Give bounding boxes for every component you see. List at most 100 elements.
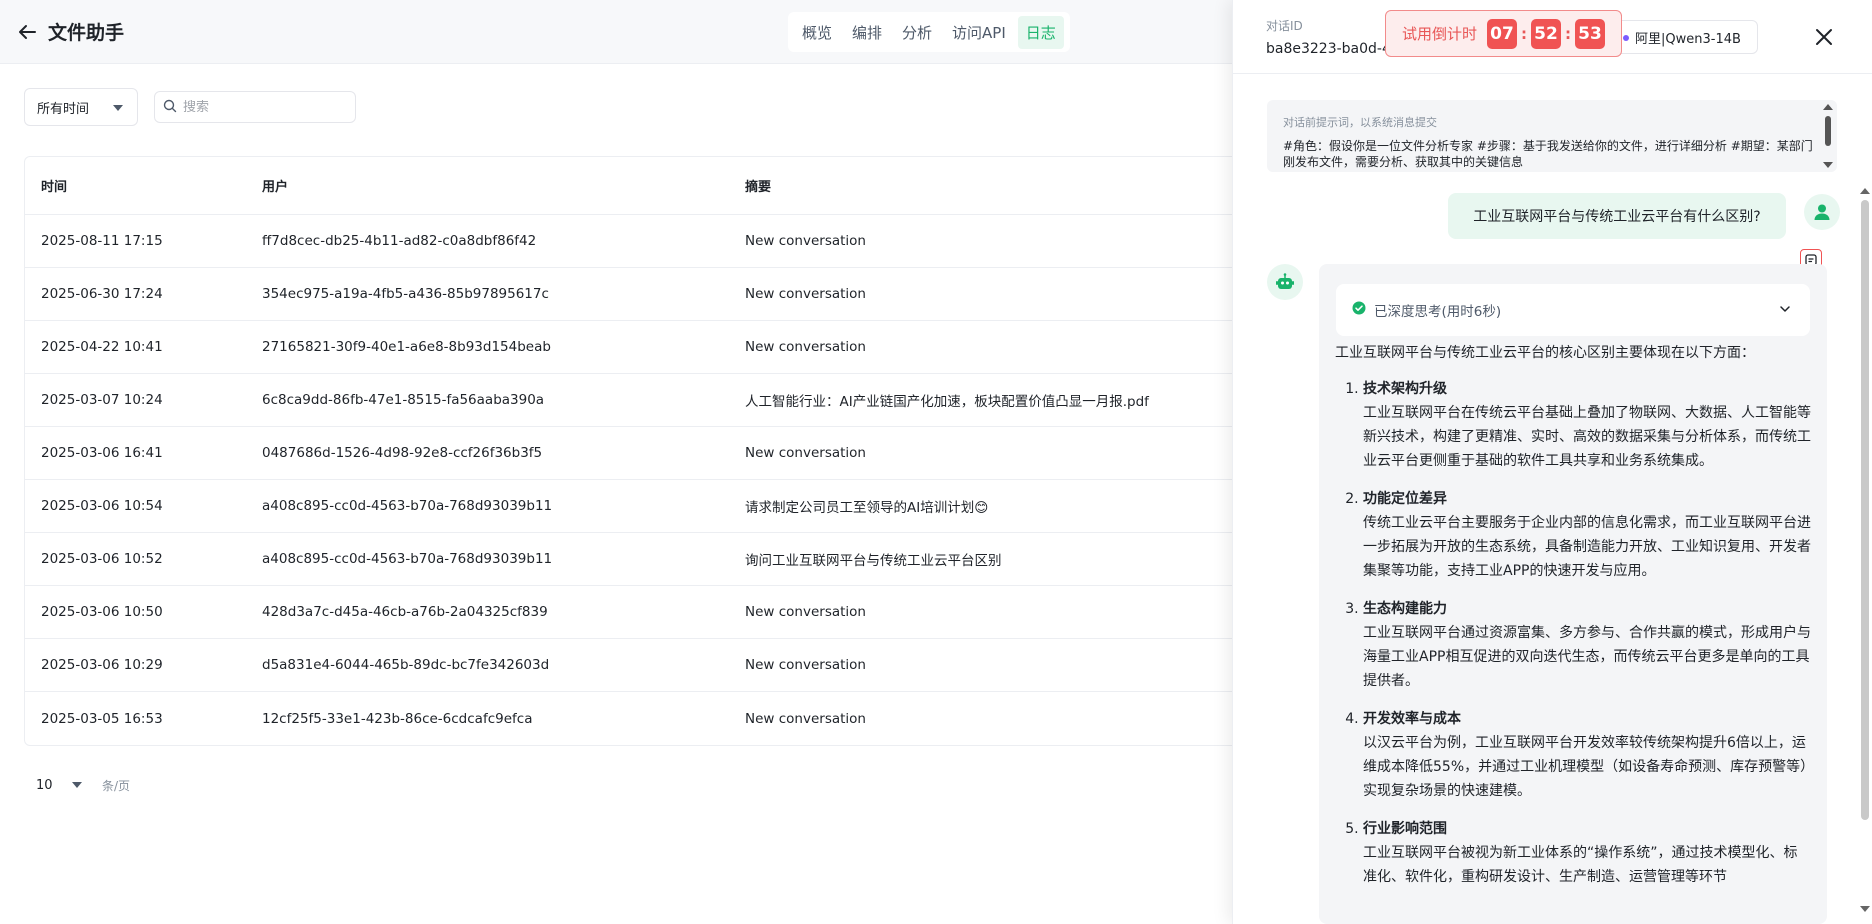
table-row[interactable]: 2025-03-06 10:50 428d3a7c-d45a-46cb-a76b…: [25, 586, 1323, 639]
cell-user: a408c895-cc0d-4563-b70a-768d93039b11: [262, 551, 553, 567]
model-icon: [1623, 35, 1629, 41]
caret-down-icon: [113, 105, 123, 111]
cell-user: ff7d8cec-db25-4b11-ad82-c0a8dbf86f42: [262, 233, 537, 249]
thinking-status: 已深度思考(用时6秒): [1374, 304, 1502, 320]
countdown-separator: :: [1521, 24, 1528, 43]
answer-item: 生态构建能力 工业互联网平台通过资源富集、多方参与、合作共赢的模式，形成用户与海…: [1363, 597, 1811, 693]
cell-time: 2025-03-06 10:29: [41, 657, 163, 673]
user-message: 工业互联网平台与传统工业云平台有什么区别?: [1448, 193, 1786, 239]
table-row[interactable]: 2025-08-11 17:15 ff7d8cec-db25-4b11-ad82…: [25, 215, 1323, 268]
cell-time: 2025-04-22 10:41: [41, 339, 163, 355]
system-prompt-box: 对话前提示词，以系统消息提交 #角色：假设你是一位文件分析专家 #步骤：基于我发…: [1267, 100, 1837, 172]
countdown-minutes: 52: [1531, 18, 1562, 49]
close-icon[interactable]: [1811, 24, 1837, 50]
answer-intro: 工业互联网平台与传统工业云平台的核心区别主要体现在以下方面：: [1335, 345, 1755, 361]
column-header-time: 时间: [41, 180, 68, 195]
search-box[interactable]: [154, 91, 356, 123]
cell-time: 2025-03-06 10:54: [41, 498, 163, 514]
table-row[interactable]: 2025-06-30 17:24 354ec975-a19a-4fb5-a436…: [25, 268, 1323, 321]
answer-list: 技术架构升级 工业互联网平台在传统云平台基础上叠加了物联网、大数据、人工智能等新…: [1335, 377, 1811, 889]
table-row[interactable]: 2025-03-05 16:53 12cf25f5-33e1-423b-86ce…: [25, 692, 1323, 745]
cell-time: 2025-06-30 17:24: [41, 286, 163, 302]
answer-item-title: 开发效率与成本: [1363, 711, 1461, 727]
table-row[interactable]: 2025-03-06 10:29 d5a831e4-6044-465b-89dc…: [25, 639, 1323, 692]
caret-down-icon: [72, 782, 82, 788]
time-range-value: 所有时间: [37, 101, 90, 117]
scroll-down-icon[interactable]: [1823, 162, 1833, 168]
search-icon: [163, 98, 177, 117]
chevron-down-icon[interactable]: [1778, 302, 1792, 320]
page-size-value: 10: [36, 777, 53, 793]
tab-api[interactable]: 访问API: [944, 16, 1014, 49]
conversation-id-value: ba8e3223-ba0d-4: [1266, 41, 1386, 57]
tab-orchestrate[interactable]: 编排: [844, 16, 890, 49]
table-row[interactable]: 2025-04-22 10:41 27165821-30f9-40e1-a6e8…: [25, 321, 1323, 374]
answer-item-body: 工业互联网平台在传统云平台基础上叠加了物联网、大数据、人工智能等新兴技术，构建了…: [1363, 405, 1811, 469]
answer-item-title: 生态构建能力: [1363, 601, 1447, 617]
tab-bar: 概览 编排 分析 访问API 日志: [788, 12, 1070, 52]
scroll-up-icon[interactable]: [1823, 104, 1833, 110]
bot-answer: 工业互联网平台与传统工业云平台的核心区别主要体现在以下方面： 技术架构升级 工业…: [1335, 341, 1811, 903]
tab-logs[interactable]: 日志: [1017, 15, 1064, 49]
trial-countdown-label: 试用倒计时: [1402, 25, 1478, 43]
answer-item: 功能定位差异 传统工业云平台主要服务于企业内部的信息化需求，而工业互联网平台进一…: [1363, 487, 1811, 583]
search-input[interactable]: [183, 99, 343, 115]
answer-item-body: 以汉云平台为例，工业互联网平台开发效率较传统架构提升6倍以上，运维成本降低55%…: [1363, 735, 1808, 799]
cell-user: 0487686d-1526-4d98-92e8-ccf26f36b3f5: [262, 445, 543, 461]
tab-overview[interactable]: 概览: [794, 16, 840, 49]
countdown-separator: :: [1565, 24, 1572, 43]
app-title: 文件助手: [48, 22, 125, 44]
cell-user: 27165821-30f9-40e1-a6e8-8b93d154beab: [262, 339, 551, 355]
answer-item-title: 功能定位差异: [1363, 491, 1447, 507]
system-prompt-scrollbar[interactable]: [1825, 116, 1831, 146]
page-size-unit: 条/页: [102, 778, 131, 793]
model-badge[interactable]: 阿里|Qwen3-14B: [1614, 20, 1758, 54]
system-prompt-title: 对话前提示词，以系统消息提交: [1283, 116, 1437, 129]
time-range-select[interactable]: 所有时间: [24, 88, 138, 126]
tab-analysis[interactable]: 分析: [894, 16, 940, 49]
countdown-hours: 07: [1487, 18, 1518, 49]
table-row[interactable]: 2025-03-06 10:52 a408c895-cc0d-4563-b70a…: [25, 533, 1323, 586]
cell-time: 2025-03-06 10:52: [41, 551, 163, 567]
back-arrow-icon[interactable]: [15, 20, 39, 44]
column-header-user: 用户: [262, 180, 289, 195]
trial-countdown: 试用倒计时 07 : 52 : 53: [1385, 10, 1622, 57]
thinking-panel[interactable]: 已深度思考(用时6秒): [1336, 284, 1810, 336]
cell-time: 2025-03-07 10:24: [41, 392, 163, 408]
cell-time: 2025-03-06 10:50: [41, 604, 163, 620]
drawer-header: 对话ID ba8e3223-ba0d-4 阿里|Qwen3-14B 试用倒计时 …: [1233, 0, 1872, 74]
answer-item-body: 传统工业云平台主要服务于企业内部的信息化需求，而工业互联网平台进一步拓展为开放的…: [1363, 515, 1811, 579]
answer-item: 技术架构升级 工业互联网平台在传统云平台基础上叠加了物联网、大数据、人工智能等新…: [1363, 377, 1811, 473]
answer-item: 行业影响范围 工业互联网平台被视为新工业体系的“操作系统”，通过技术模型化、标准…: [1363, 817, 1811, 889]
log-table: 时间 用户 摘要 2025-08-11 17:15 ff7d8cec-db25-…: [24, 156, 1324, 746]
cell-time: 2025-03-05 16:53: [41, 710, 163, 727]
user-avatar-icon: [1804, 194, 1840, 230]
filter-bar: 所有时间: [24, 88, 356, 126]
table-header: 时间 用户 摘要: [25, 157, 1323, 215]
cell-time: 2025-03-06 16:41: [41, 445, 163, 461]
cell-user: d5a831e4-6044-465b-89dc-bc7fe342603d: [262, 657, 550, 673]
table-row[interactable]: 2025-03-06 16:41 0487686d-1526-4d98-92e8…: [25, 427, 1323, 480]
check-circle-icon: [1352, 301, 1366, 319]
conversation-drawer: 对话ID ba8e3223-ba0d-4 阿里|Qwen3-14B 试用倒计时 …: [1232, 0, 1872, 924]
answer-item-title: 行业影响范围: [1363, 821, 1447, 837]
answer-item-body: 工业互联网平台通过资源富集、多方参与、合作共赢的模式，形成用户与海量工业APP相…: [1363, 625, 1811, 689]
table-row[interactable]: 2025-03-07 10:24 6c8ca9dd-86fb-47e1-8515…: [25, 374, 1323, 427]
answer-item-title: 技术架构升级: [1363, 381, 1447, 397]
system-prompt-text: #角色：假设你是一位文件分析专家 #步骤：基于我发送给你的文件，进行详细分析 #…: [1283, 139, 1813, 169]
pagination: 10 条/页: [24, 768, 130, 802]
drawer-scrollbar[interactable]: [1861, 200, 1869, 820]
answer-item-body: 工业互联网平台被视为新工业体系的“操作系统”，通过技术模型化、标准化、软件化，重…: [1363, 845, 1798, 885]
scroll-up-icon[interactable]: [1860, 188, 1870, 194]
table-row[interactable]: 2025-03-06 10:54 a408c895-cc0d-4563-b70a…: [25, 480, 1323, 533]
scroll-down-icon[interactable]: [1860, 906, 1870, 912]
cell-user: a408c895-cc0d-4563-b70a-768d93039b11: [262, 498, 553, 514]
answer-item: 开发效率与成本 以汉云平台为例，工业互联网平台开发效率较传统架构提升6倍以上，运…: [1363, 707, 1811, 803]
cell-user: 354ec975-a19a-4fb5-a436-85b97895617c: [262, 286, 549, 302]
page-size-select[interactable]: 10: [24, 768, 94, 802]
conversation-id-label: 对话ID: [1266, 19, 1303, 33]
cell-user: 428d3a7c-d45a-46cb-a76b-2a04325cf839: [262, 604, 548, 620]
cell-user: 6c8ca9dd-86fb-47e1-8515-fa56aaba390a: [262, 392, 545, 408]
countdown-seconds: 53: [1575, 18, 1606, 49]
cell-user: 12cf25f5-33e1-423b-86ce-6cdcafc9efca: [262, 710, 533, 727]
